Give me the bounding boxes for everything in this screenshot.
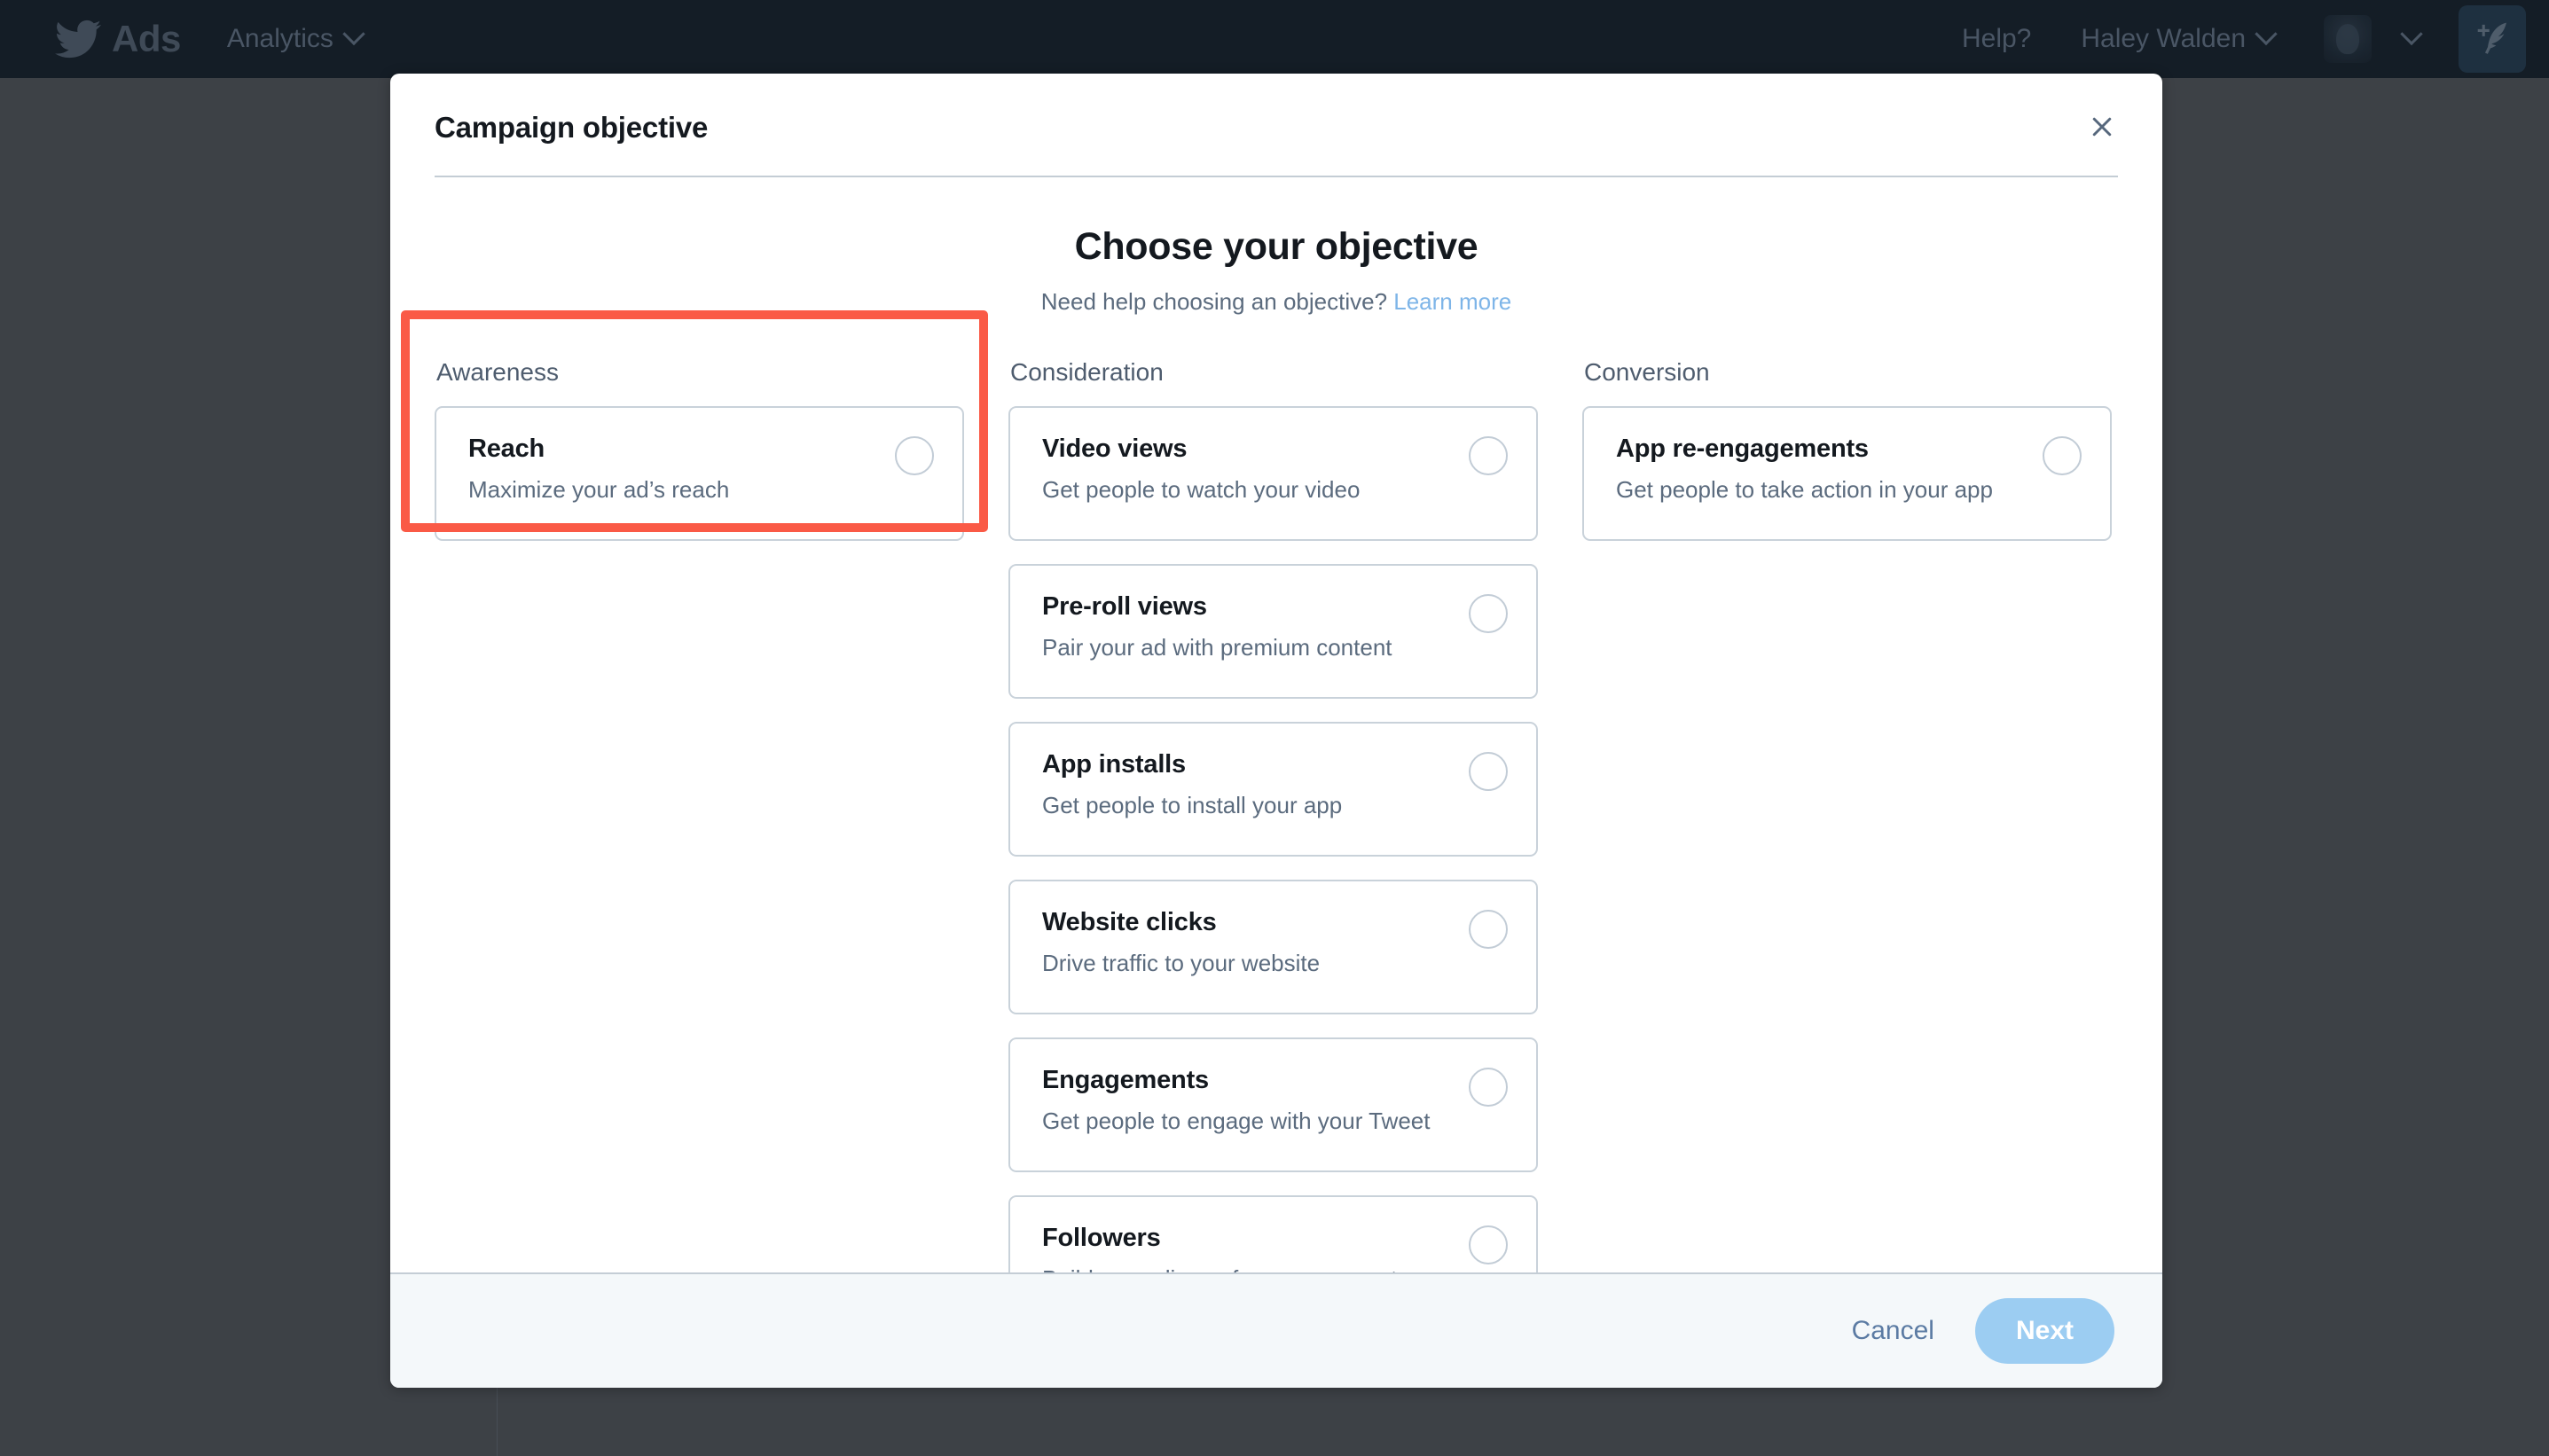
- objective-title: Video views: [1042, 434, 1504, 464]
- objective-desc: Pair your ad with premium content: [1042, 634, 1504, 661]
- objective-desc: Drive traffic to your website: [1042, 950, 1504, 977]
- help-text: Need help choosing an objective? Learn m…: [435, 288, 2118, 316]
- objective-radio-video-views[interactable]: [1469, 436, 1508, 475]
- modal-footer: Cancel Next: [390, 1272, 2162, 1388]
- objective-radio-reach[interactable]: [895, 436, 934, 475]
- column-heading-conversion: Conversion: [1582, 358, 2112, 387]
- objective-desc: Get people to watch your video: [1042, 476, 1504, 504]
- navbar-analytics-label: Analytics: [227, 24, 333, 54]
- objective-card-app-installs[interactable]: App installs Get people to install your …: [1008, 722, 1538, 857]
- help-text-prefix: Need help choosing an objective?: [1041, 288, 1387, 315]
- navbar-brand[interactable]: Ads: [112, 20, 181, 58]
- chevron-down-icon: [342, 23, 365, 45]
- objective-card-app-re-engagements[interactable]: App re-engagements Get people to take ac…: [1582, 406, 2112, 541]
- cancel-button[interactable]: Cancel: [1852, 1316, 1934, 1346]
- objective-desc: Get people to engage with your Tweet: [1042, 1108, 1504, 1135]
- objective-title: Pre-roll views: [1042, 592, 1504, 622]
- objective-card-engagements[interactable]: Engagements Get people to engage with yo…: [1008, 1037, 1538, 1172]
- avatar: [2324, 15, 2372, 63]
- objective-desc: Get people to install your app: [1042, 792, 1504, 819]
- modal-title: Campaign objective: [435, 111, 2118, 145]
- objective-radio-followers[interactable]: [1469, 1225, 1508, 1264]
- objective-title: Reach: [468, 434, 930, 464]
- top-navbar: Ads Analytics Help? Haley Walden: [0, 0, 2549, 78]
- objective-title: Website clicks: [1042, 908, 1504, 937]
- objective-title: Followers: [1042, 1224, 1504, 1253]
- campaign-objective-modal: Campaign objective Choose your objective…: [390, 74, 2162, 1388]
- objective-columns: Awareness Reach Maximize your ad’s reach…: [435, 358, 2118, 1272]
- navbar-right: Help? Haley Walden: [1962, 5, 2526, 73]
- objective-column-awareness: Awareness Reach Maximize your ad’s reach: [435, 358, 964, 1272]
- objective-title: App re-engagements: [1616, 434, 2078, 464]
- column-heading-awareness: Awareness: [435, 358, 964, 387]
- objective-desc: Get people to take action in your app: [1616, 476, 2078, 504]
- page-root: Ads Analytics Help? Haley Walden: [0, 0, 2549, 1456]
- objective-card-website-clicks[interactable]: Website clicks Drive traffic to your web…: [1008, 880, 1538, 1014]
- navbar-avatar-menu[interactable]: [2324, 15, 2420, 63]
- compose-tweet-button[interactable]: [2459, 5, 2526, 73]
- objective-column-consideration: Consideration Video views Get people to …: [1008, 358, 1538, 1272]
- objective-card-followers[interactable]: Followers Build an audience for your acc…: [1008, 1195, 1538, 1272]
- objective-radio-website-clicks[interactable]: [1469, 910, 1508, 949]
- chevron-down-icon: [2400, 23, 2422, 45]
- objective-title: Engagements: [1042, 1066, 1504, 1095]
- objective-radio-app-installs[interactable]: [1469, 752, 1508, 791]
- learn-more-link[interactable]: Learn more: [1393, 288, 1511, 315]
- compose-tweet-icon: [2472, 19, 2513, 59]
- objective-title: App installs: [1042, 750, 1504, 779]
- modal-body: Choose your objective Need help choosing…: [390, 177, 2162, 1272]
- objective-card-reach[interactable]: Reach Maximize your ad’s reach: [435, 406, 964, 541]
- modal-header: Campaign objective: [390, 74, 2162, 177]
- page-title: Choose your objective: [435, 225, 2118, 269]
- column-heading-consideration: Consideration: [1008, 358, 1538, 387]
- objective-card-pre-roll-views[interactable]: Pre-roll views Pair your ad with premium…: [1008, 564, 1538, 699]
- objective-radio-engagements[interactable]: [1469, 1068, 1508, 1107]
- objective-card-video-views[interactable]: Video views Get people to watch your vid…: [1008, 406, 1538, 541]
- navbar-left: Ads Analytics: [55, 16, 362, 62]
- objective-column-conversion: Conversion App re-engagements Get people…: [1582, 358, 2112, 1272]
- navbar-analytics-menu[interactable]: Analytics: [227, 24, 362, 54]
- next-button[interactable]: Next: [1975, 1298, 2114, 1364]
- objective-radio-app-re-engagements[interactable]: [2043, 436, 2082, 475]
- objective-radio-pre-roll-views[interactable]: [1469, 594, 1508, 633]
- chevron-down-icon: [2255, 23, 2277, 45]
- twitter-bird-icon: [55, 16, 101, 62]
- navbar-account-menu[interactable]: Haley Walden: [2081, 24, 2274, 54]
- close-icon: [2089, 114, 2115, 140]
- objective-desc: Build an audience for your account: [1042, 1265, 1504, 1272]
- navbar-account-label: Haley Walden: [2081, 24, 2246, 54]
- objective-desc: Maximize your ad’s reach: [468, 476, 930, 504]
- navbar-help-link[interactable]: Help?: [1962, 24, 2031, 54]
- close-button[interactable]: [2081, 106, 2123, 148]
